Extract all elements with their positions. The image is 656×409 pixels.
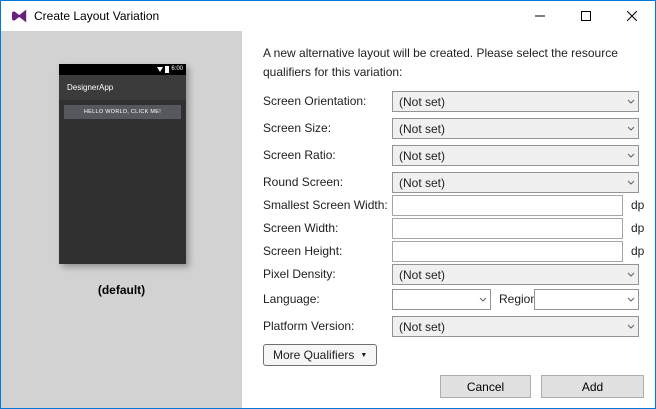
chevron-down-icon: [627, 180, 635, 185]
minimize-icon: [535, 11, 545, 21]
screen-size-select[interactable]: (Not set): [392, 118, 639, 139]
maximize-icon: [581, 11, 591, 21]
form-row: Language: Region:: [263, 289, 639, 310]
create-layout-variation-dialog: Create Layout Variation 6:00 DesignerApp: [0, 0, 656, 409]
cancel-button[interactable]: Cancel: [440, 375, 531, 398]
unit-label: dp: [631, 244, 644, 258]
screen-orientation-select[interactable]: (Not set): [392, 91, 639, 112]
field-label: Platform Version:: [263, 319, 354, 333]
form-row: Platform Version: (Not set): [263, 316, 639, 337]
form-row: Screen Height: dp: [263, 241, 639, 262]
smallest-screen-width-input[interactable]: [392, 195, 623, 216]
phone-appbar: DesignerApp: [59, 75, 186, 100]
unit-label: dp: [631, 221, 644, 235]
form-row: Round Screen: (Not set): [263, 172, 639, 193]
form-row: Screen Width: dp: [263, 218, 639, 239]
pixel-density-select[interactable]: (Not set): [392, 264, 639, 285]
field-label: Round Screen:: [263, 175, 343, 189]
platform-version-select[interactable]: (Not set): [392, 316, 639, 337]
phone-screen-button: HELLO WORLD, CLICK ME!: [64, 105, 181, 119]
form-row: Screen Size: (Not set): [263, 118, 639, 139]
preview-caption: (default): [1, 283, 242, 297]
field-label: Screen Orientation:: [263, 94, 366, 108]
chevron-down-icon: [479, 297, 487, 302]
round-screen-select[interactable]: (Not set): [392, 172, 639, 193]
chevron-down-icon: [627, 297, 635, 302]
window-controls: [517, 1, 655, 31]
form-row: Screen Orientation: (Not set): [263, 91, 639, 112]
close-button[interactable]: [609, 1, 655, 31]
language-select[interactable]: [392, 289, 491, 310]
dropdown-arrow-icon: ▼: [360, 352, 367, 359]
phone-app-title: DesignerApp: [67, 83, 113, 92]
status-time: 6:00: [171, 64, 183, 75]
form-row: Pixel Density: (Not set): [263, 264, 639, 285]
region-select[interactable]: [534, 289, 639, 310]
field-label: Pixel Density:: [263, 267, 336, 281]
minimize-button[interactable]: [517, 1, 563, 31]
chevron-down-icon: [627, 126, 635, 131]
chevron-down-icon: [627, 153, 635, 158]
field-label: Screen Height:: [263, 244, 342, 258]
phone-statusbar: 6:00: [59, 64, 186, 75]
more-qualifiers-button[interactable]: More Qualifiers ▼: [263, 344, 377, 366]
field-label: Smallest Screen Width:: [263, 198, 388, 212]
add-button[interactable]: Add: [541, 375, 644, 398]
window-title: Create Layout Variation: [34, 9, 159, 23]
screen-ratio-select[interactable]: (Not set): [392, 145, 639, 166]
preview-panel: 6:00 DesignerApp HELLO WORLD, CLICK ME! …: [1, 31, 242, 408]
visual-studio-logo-icon: [11, 8, 27, 24]
form-row: Screen Ratio: (Not set): [263, 145, 639, 166]
form-row: Smallest Screen Width: dp: [263, 195, 639, 216]
qualifiers-form: A new alternative layout will be created…: [242, 31, 655, 408]
maximize-button[interactable]: [563, 1, 609, 31]
close-icon: [627, 11, 637, 21]
titlebar: Create Layout Variation: [1, 1, 655, 31]
instructions-text: A new alternative layout will be created…: [263, 44, 649, 82]
field-label: Screen Ratio:: [263, 148, 336, 162]
field-label: Screen Size:: [263, 121, 331, 135]
chevron-down-icon: [627, 99, 635, 104]
screen-width-input[interactable]: [392, 218, 623, 239]
wifi-icon: [157, 67, 163, 72]
chevron-down-icon: [627, 324, 635, 329]
screen-height-input[interactable]: [392, 241, 623, 262]
field-label: Screen Width:: [263, 221, 338, 235]
field-label: Language:: [263, 292, 320, 306]
layout-preview-thumbnail: 6:00 DesignerApp HELLO WORLD, CLICK ME!: [59, 64, 186, 264]
unit-label: dp: [631, 198, 644, 212]
chevron-down-icon: [627, 272, 635, 277]
battery-icon: [165, 66, 169, 73]
